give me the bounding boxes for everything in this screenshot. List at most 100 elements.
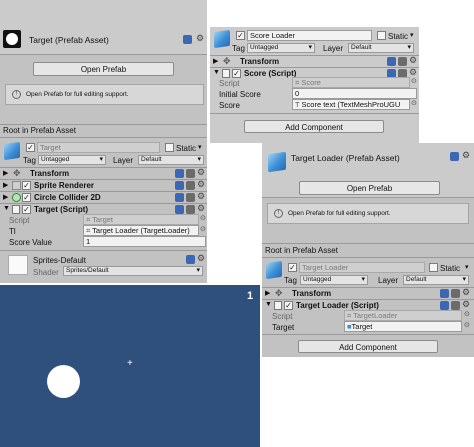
help-book-icon[interactable] (186, 255, 195, 264)
target-script-enabled-checkbox[interactable]: ✓ (22, 205, 31, 214)
shader-dropdown[interactable]: Sprites/Default (63, 266, 203, 276)
score-loader-inspector: ✓ Score Loader Static ▾ Tag Untagged Lay… (210, 27, 419, 143)
script-field: ⌗ TargetLoader (344, 310, 462, 321)
transform-icon: ✥ (275, 288, 283, 298)
asset-title: Target Loader (Prefab Asset) (291, 153, 400, 163)
presets-icon[interactable] (451, 301, 460, 310)
root-in-prefab-label: Root in Prefab Asset (3, 126, 76, 135)
tl-field[interactable]: ⌗ Target Loader (TargetLoader) (83, 225, 199, 236)
foldout-arrow-down-icon[interactable]: ▼ (3, 205, 10, 212)
static-dropdown-icon[interactable]: ▾ (198, 143, 202, 151)
target-script-title[interactable]: Target (Script) (34, 205, 88, 214)
component-gear-icon[interactable]: ⚙ (197, 180, 205, 189)
circle-collider-enabled-checkbox[interactable]: ✓ (22, 193, 31, 202)
object-name-field[interactable]: Target Loader (299, 262, 425, 273)
help-book-icon[interactable] (440, 289, 449, 298)
foldout-arrow-icon[interactable]: ▶ (3, 181, 8, 189)
sprite-renderer-enabled-checkbox[interactable]: ✓ (22, 181, 31, 190)
object-picker-icon[interactable]: ⊙ (411, 99, 417, 108)
foldout-arrow-icon[interactable]: ▶ (265, 289, 270, 297)
layer-dropdown[interactable]: Default (138, 155, 204, 165)
info-box: ! Open Prefab for full editing support. (5, 84, 204, 105)
object-name-field[interactable]: Score Loader (247, 30, 372, 41)
score-script-enabled-checkbox[interactable]: ✓ (232, 69, 241, 78)
tag-dropdown[interactable]: Untagged (38, 155, 106, 165)
presets-icon[interactable] (398, 57, 407, 66)
presets-icon[interactable] (186, 193, 195, 202)
component-gear-icon[interactable]: ⚙ (409, 68, 417, 77)
target-field[interactable]: ■Target (344, 321, 462, 332)
help-book-icon[interactable] (450, 152, 459, 161)
object-picker-icon[interactable]: ⊙ (464, 310, 470, 319)
foldout-arrow-down-icon[interactable]: ▼ (213, 69, 220, 76)
game-view[interactable]: + 1 (0, 285, 260, 447)
circle-collider-title[interactable]: Circle Collider 2D (34, 193, 101, 202)
target-prefab-inspector: Target (Prefab Asset) ⚙ Open Prefab ! Op… (0, 0, 207, 283)
loader-script-enabled-checkbox[interactable]: ✓ (284, 301, 293, 310)
script-icon (274, 301, 282, 310)
foldout-arrow-icon[interactable]: ▶ (3, 193, 8, 201)
foldout-arrow-down-icon[interactable]: ▼ (265, 301, 272, 308)
help-book-icon[interactable] (175, 205, 184, 214)
score-script-title[interactable]: Score (Script) (244, 69, 296, 78)
component-gear-icon[interactable]: ⚙ (409, 56, 417, 65)
presets-icon[interactable] (186, 181, 195, 190)
target-loader-script-title[interactable]: Target Loader (Script) (296, 301, 379, 310)
prefab-cube-icon (268, 151, 286, 173)
tag-dropdown[interactable]: Untagged (247, 43, 315, 53)
initial-score-field[interactable]: 0 (292, 88, 417, 99)
add-component-button[interactable]: Add Component (244, 120, 384, 133)
help-book-icon[interactable] (175, 193, 184, 202)
object-name-field[interactable]: Target (37, 142, 160, 153)
target-circle[interactable] (47, 365, 80, 398)
static-checkbox[interactable] (165, 143, 174, 152)
settings-gear-icon[interactable]: ⚙ (462, 151, 470, 160)
help-book-icon[interactable] (183, 35, 192, 44)
score-value-field[interactable]: 1 (83, 236, 206, 247)
open-prefab-button[interactable]: Open Prefab (33, 62, 174, 76)
help-book-icon[interactable] (175, 169, 184, 178)
object-picker-icon[interactable]: ⊙ (200, 214, 206, 223)
component-gear-icon[interactable]: ⚙ (197, 168, 205, 177)
static-checkbox[interactable] (377, 31, 386, 40)
active-checkbox[interactable]: ✓ (26, 143, 35, 152)
transform-component-title[interactable]: Transform (240, 57, 279, 66)
score-text-field[interactable]: T Score text (TextMeshProUGU (292, 99, 410, 110)
open-prefab-button[interactable]: Open Prefab (299, 181, 440, 195)
foldout-arrow-icon[interactable]: ▶ (3, 169, 8, 177)
info-text: Open Prefab for full editing support. (26, 91, 129, 98)
object-picker-icon[interactable]: ⊙ (200, 225, 206, 234)
object-picker-icon[interactable]: ⊙ (411, 77, 417, 86)
component-gear-icon[interactable]: ⚙ (462, 288, 470, 297)
presets-icon[interactable] (186, 205, 195, 214)
transform-icon: ✥ (223, 56, 231, 66)
active-checkbox[interactable]: ✓ (288, 263, 297, 272)
active-checkbox[interactable]: ✓ (236, 31, 245, 40)
help-book-icon[interactable] (387, 57, 396, 66)
target-field-label: Target (272, 323, 295, 332)
static-label: Static (388, 32, 409, 41)
object-picker-icon[interactable]: ⊙ (464, 321, 470, 330)
material-gear-icon[interactable]: ⚙ (197, 254, 205, 263)
static-dropdown-icon[interactable]: ▾ (465, 263, 469, 271)
help-book-icon[interactable] (440, 301, 449, 310)
transform-component-title[interactable]: Transform (292, 289, 331, 298)
gameobject-cube-icon (214, 29, 230, 49)
component-gear-icon[interactable]: ⚙ (197, 204, 205, 213)
static-checkbox[interactable] (429, 263, 438, 272)
component-gear-icon[interactable]: ⚙ (197, 192, 205, 201)
sprite-renderer-title[interactable]: Sprite Renderer (34, 181, 94, 190)
crosshair-cursor: + (127, 358, 133, 369)
layer-dropdown[interactable]: Default (403, 275, 469, 285)
transform-component-title[interactable]: Transform (30, 169, 69, 178)
static-dropdown-icon[interactable]: ▾ (410, 31, 414, 39)
settings-gear-icon[interactable]: ⚙ (196, 34, 204, 43)
foldout-arrow-icon[interactable]: ▶ (213, 57, 218, 65)
help-book-icon[interactable] (175, 181, 184, 190)
component-gear-icon[interactable]: ⚙ (462, 300, 470, 309)
add-component-button[interactable]: Add Component (298, 340, 438, 353)
tag-dropdown[interactable]: Untagged (300, 275, 368, 285)
presets-icon[interactable] (451, 289, 460, 298)
presets-icon[interactable] (186, 169, 195, 178)
layer-dropdown[interactable]: Default (348, 43, 414, 53)
